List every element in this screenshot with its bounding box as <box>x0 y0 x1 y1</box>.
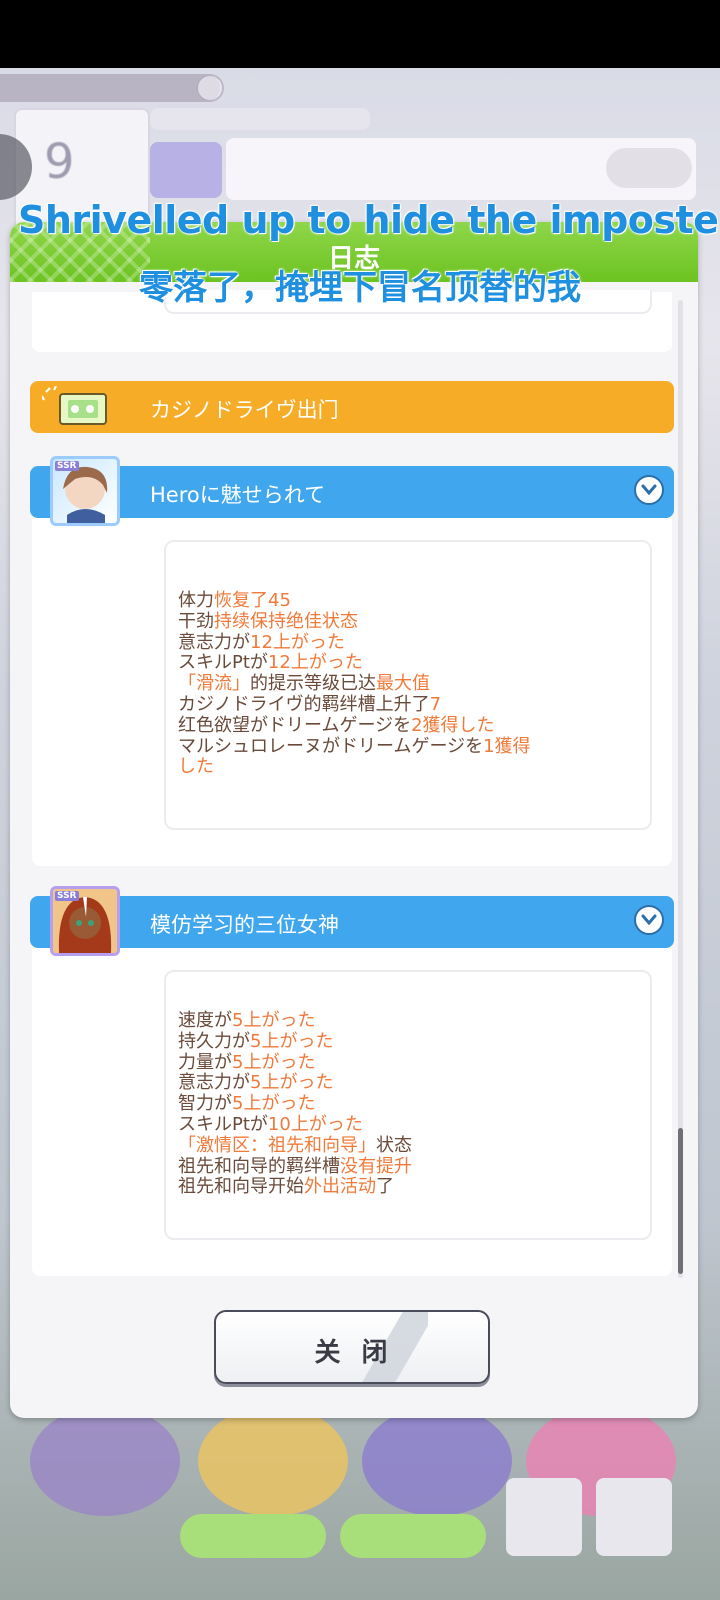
event-outing-label: カジノドライヴ出门 <box>150 398 339 422</box>
log-highlight-text: 外出活动 <box>304 1176 376 1198</box>
log-line: 速度が5上がった <box>178 1011 315 1031</box>
log-line: スキルPtが10上がった <box>178 1115 363 1135</box>
log-highlight-text: 持续保持绝佳状态 <box>214 610 358 632</box>
support-event-label-2: 模仿学习的三位女神 <box>150 913 339 937</box>
log-text: 智力が <box>178 1093 232 1115</box>
log-line: 祖先和向导开始外出活动了 <box>178 1177 394 1197</box>
event-outing-bar[interactable]: カジノドライヴ出门 <box>30 381 674 433</box>
log-highlight-text: 2獲得した <box>411 714 495 736</box>
log-text: 力量が <box>178 1051 232 1073</box>
log-highlight-text: 「激情区：祖先和向导」 <box>178 1134 376 1156</box>
close-button[interactable]: 关 闭 <box>214 1310 490 1384</box>
log-line: カジノドライヴ的羁绊槽上升了7 <box>178 695 441 715</box>
log-line: 持久力が5上がった <box>178 1030 334 1052</box>
subtitle-english: Shrivelled up to hide the imposter in <box>18 198 718 242</box>
support-event-bar-1[interactable]: Heroに魅せられて <box>30 466 674 518</box>
log-highlight-text: 恢复了45 <box>214 590 291 611</box>
log-text: 祖先和向导开始 <box>178 1176 304 1198</box>
log-line: 意志力が5上がった <box>178 1073 333 1093</box>
collapse-chevron-icon[interactable] <box>634 475 664 505</box>
log-text: 干劲 <box>178 610 214 632</box>
status-bar <box>0 0 720 68</box>
log-line: 力量が5上がった <box>178 1051 316 1073</box>
support-event-label-1: Heroに魅せられて <box>150 483 326 507</box>
log-text: 祖先和向导的羁绊槽 <box>178 1155 340 1177</box>
log-line: 干劲持续保持绝佳状态 <box>178 610 358 632</box>
log-highlight-text: した <box>178 756 214 778</box>
log-highlight-text: 10上がった <box>267 1114 363 1135</box>
support-event-bar-2[interactable]: 模仿学习的三位女神 <box>30 896 674 948</box>
log-line: 体力恢复了45 <box>178 591 291 611</box>
close-button-label: 关 闭 <box>314 1338 394 1368</box>
log-text: 意志力が <box>178 631 250 653</box>
log-highlight-text: 没有提升 <box>340 1155 412 1177</box>
scrollbar-thumb[interactable] <box>678 1128 683 1274</box>
log-highlight-text: 5上がった <box>232 1051 316 1073</box>
subtitle-chinese: 零落了，掩埋下冒名顶替的我 <box>139 268 581 308</box>
log-line: 「滑流」的提示等级已达最大值 <box>178 674 430 694</box>
log-line: した <box>178 757 214 777</box>
log-highlight-text: 5上がった <box>250 1030 334 1052</box>
ssr-badge: SSR <box>55 891 79 901</box>
log-line: 意志力が12上がった <box>178 631 345 653</box>
log-highlight-text: 5上がった <box>232 1010 316 1031</box>
log-line: 祖先和向导的羁绊槽没有提升 <box>178 1155 412 1177</box>
collapse-chevron-icon[interactable] <box>634 905 664 935</box>
log-text: 持久力が <box>178 1030 250 1052</box>
log-text: 速度が <box>178 1010 232 1031</box>
log-line: 「激情区：祖先和向导」状态 <box>178 1134 412 1156</box>
log-text: 红色欲望がドリームゲージを <box>178 714 412 736</box>
log-text: スキルPtが <box>178 1114 268 1135</box>
log-text: スキルPtが <box>178 652 268 674</box>
log-highlight-text: 最大值 <box>376 673 430 695</box>
log-highlight-text: 7 <box>429 694 442 715</box>
support-card-avatar-1: SSR <box>50 456 120 526</box>
turn-number: 9 <box>44 134 75 190</box>
log-highlight-text: 12上がった <box>250 631 345 653</box>
log-text: 了 <box>376 1176 394 1198</box>
log-highlight-text: 「滑流」 <box>178 673 250 695</box>
ssr-badge: SSR <box>55 461 79 471</box>
log-text: 状态 <box>376 1134 412 1156</box>
log-highlight-text: 1獲得 <box>483 735 531 757</box>
log-line: マルシュロレーヌがドリームゲージを1獲得 <box>178 735 531 757</box>
log-line: 红色欲望がドリームゲージを2獲得した <box>178 714 495 736</box>
log-text: マルシュロレーヌがドリームゲージを <box>178 735 484 757</box>
outing-ticket-icon <box>42 386 107 425</box>
log-highlight-text: 12上がった <box>267 652 363 674</box>
log-line: スキルPtが12上がった <box>178 653 363 673</box>
log-text: 的提示等级已达 <box>250 673 376 695</box>
log-highlight-text: 5上がった <box>250 1072 334 1094</box>
log-line: 智力が5上がった <box>178 1094 315 1114</box>
log-highlight-text: 5上がった <box>232 1093 316 1115</box>
log-text: 意志力が <box>178 1072 250 1094</box>
support-card-avatar-2: SSR <box>50 886 120 956</box>
log-text: カジノドライヴ的羁绊槽上升了 <box>178 694 430 715</box>
log-text: 体力 <box>178 590 214 611</box>
